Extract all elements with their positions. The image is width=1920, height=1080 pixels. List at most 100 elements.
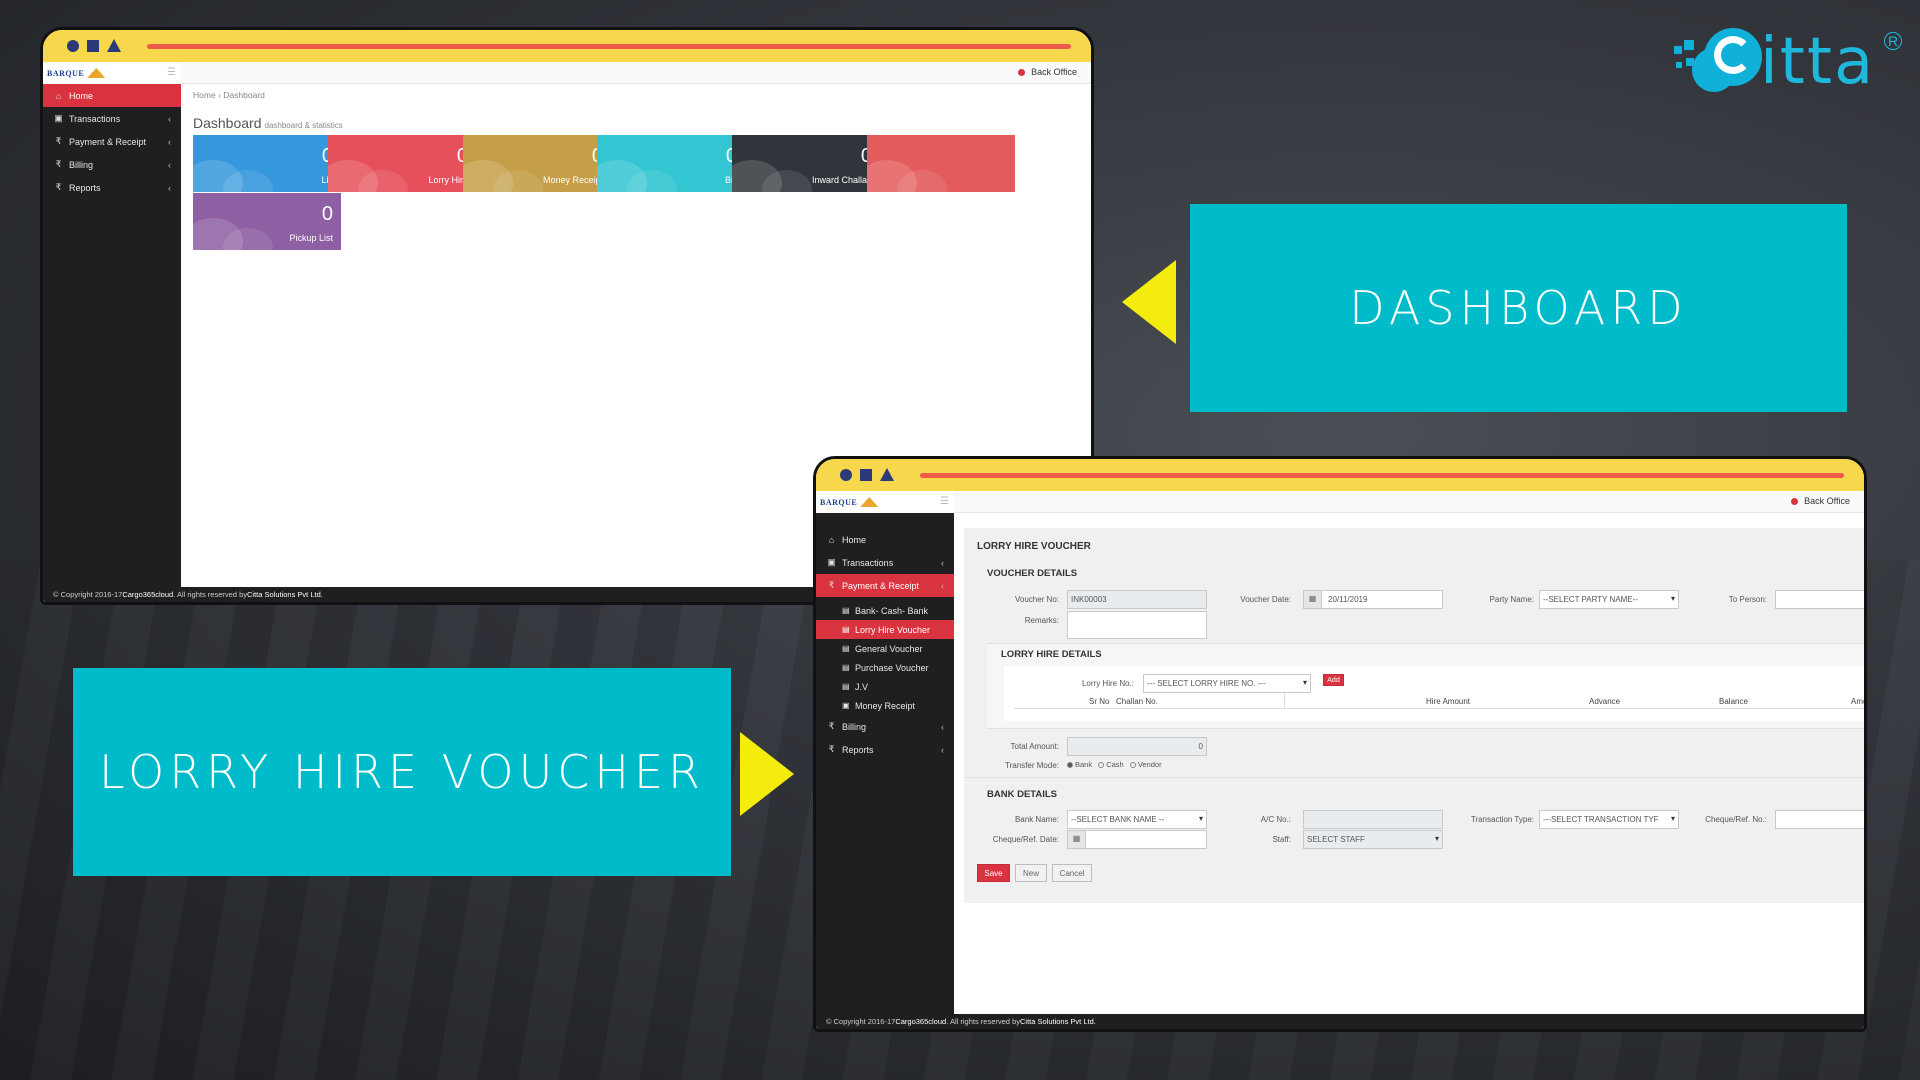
submenu-item-general-voucher[interactable]: ▤ General Voucher xyxy=(816,639,954,658)
new-button[interactable]: New xyxy=(1015,864,1047,882)
footer-company: Citta Solutions Pvt Ltd. xyxy=(1019,1017,1096,1026)
sidebar-item-reports[interactable]: ₹ Reports ‹ xyxy=(43,176,181,199)
voucher-callout: LORRY HIRE VOUCHER xyxy=(73,668,731,876)
money-icon: ▣ xyxy=(827,557,836,567)
sidebar-item-billing[interactable]: ₹ Billing ‹ xyxy=(816,715,954,738)
voucher-no-field[interactable]: INK00003 xyxy=(1067,590,1207,609)
radio-bank[interactable] xyxy=(1067,762,1073,769)
cheque-no-label: Cheque/Ref. No.: xyxy=(1705,815,1767,824)
submenu-item-money-receipt[interactable]: ▣ Money Receipt xyxy=(816,696,954,715)
circle-icon xyxy=(67,40,79,52)
dashboard-callout: DASHBOARD xyxy=(1190,204,1847,412)
bank-name-select[interactable]: --SELECT BANK NAME -- xyxy=(1067,810,1207,829)
submenu-item-label: Lorry Hire Voucher xyxy=(855,624,931,635)
to-person-label: To Person: xyxy=(1728,595,1767,604)
radio-cash-label: Cash xyxy=(1106,760,1124,769)
chevron-left-icon: ‹ xyxy=(168,136,171,147)
tile-label: Money Receipt xyxy=(542,175,603,185)
sidebar-item-home[interactable]: ⌂ Home xyxy=(43,84,181,107)
back-office-link[interactable]: Back Office xyxy=(1018,67,1077,77)
document-icon: ▤ xyxy=(842,644,850,653)
submenu-item-bank-cash-bank[interactable]: ▤ Bank- Cash- Bank xyxy=(816,601,954,620)
section-title-bank-details: BANK DETAILS xyxy=(987,789,1058,800)
voucher-date-field[interactable]: ▦ 20/11/2019 xyxy=(1303,590,1443,609)
breadcrumb-current: Dashboard xyxy=(223,90,265,100)
stat-tile[interactable]: 0Lorry Hire xyxy=(328,135,476,192)
stat-tile[interactable]: 0 Pickup List xyxy=(193,193,341,250)
brand-emblem-icon xyxy=(860,497,879,507)
column-header-advance: Advance xyxy=(1589,697,1621,706)
staff-label: Staff: xyxy=(1272,835,1291,844)
cloud-logo-icon xyxy=(1674,22,1764,102)
window-topbar xyxy=(43,30,1091,62)
party-name-label: Party Name: xyxy=(1489,595,1534,604)
hamburger-menu-icon[interactable]: ☰ xyxy=(167,67,176,78)
tile-value: 0 xyxy=(321,203,333,225)
voucher-app: BARQUE ☰ Back Office ⌂ Home ▣ Transactions… xyxy=(816,491,1864,1029)
radio-vendor-label: Vendor xyxy=(1137,760,1162,769)
back-office-link[interactable]: Back Office xyxy=(1791,496,1850,506)
chevron-left-icon: ‹ xyxy=(168,182,171,193)
hamburger-menu-icon[interactable]: ☰ xyxy=(940,496,949,507)
cheque-date-field[interactable]: ▦ xyxy=(1067,830,1207,849)
brand-logo[interactable]: BARQUE xyxy=(43,62,181,84)
column-header-challan-no: Challan No. xyxy=(1116,697,1158,706)
stat-tile[interactable]: 0Inward Challan xyxy=(732,135,880,192)
square-icon xyxy=(87,40,99,52)
submenu-item-label: J.V xyxy=(855,681,869,692)
save-button[interactable]: Save xyxy=(977,864,1010,882)
cheque-date-label: Cheque/Ref. Date: xyxy=(992,835,1059,844)
sidebar-item-payment-receipt[interactable]: ₹ Payment & Receipt ‹ xyxy=(43,130,181,153)
window-topbar xyxy=(816,459,1864,491)
sidebar-item-transactions[interactable]: ▣ Transactions ‹ xyxy=(816,551,954,574)
stat-tile[interactable] xyxy=(867,135,1015,192)
page-title: LORRY HIRE VOUCHER xyxy=(977,541,1091,552)
sidebar-item-billing[interactable]: ₹ Billing ‹ xyxy=(43,153,181,176)
transaction-type-select[interactable]: ---SELECT TRANSACTION TYF xyxy=(1539,810,1679,829)
money-icon: ▣ xyxy=(842,701,850,710)
money-icon: ▣ xyxy=(54,113,63,123)
ac-no-label: A/C No.: xyxy=(1260,815,1291,824)
breadcrumb-home[interactable]: Home xyxy=(193,90,216,100)
sidebar-item-payment-receipt[interactable]: ₹ Payment & Receipt ‹ xyxy=(816,574,954,597)
to-person-field[interactable] xyxy=(1775,590,1864,609)
lorry-hire-no-select[interactable]: --- SELECT LORRY HIRE NO. --- xyxy=(1143,674,1311,693)
cancel-button[interactable]: Cancel xyxy=(1052,864,1092,882)
party-name-select[interactable]: --SELECT PARTY NAME-- xyxy=(1539,590,1679,609)
submenu-item-jv[interactable]: ▤ J.V xyxy=(816,677,954,696)
remarks-field[interactable] xyxy=(1067,611,1207,639)
submenu-item-purchase-voucher[interactable]: ▤ Purchase Voucher xyxy=(816,658,954,677)
radio-vendor[interactable] xyxy=(1129,762,1136,769)
brand-logo[interactable]: BARQUE xyxy=(816,491,954,513)
document-icon: ▤ xyxy=(842,682,850,691)
sidebar-item-home[interactable]: ⌂ Home xyxy=(816,528,954,551)
total-amount-field[interactable]: 0 xyxy=(1067,737,1207,756)
sidebar-item-reports[interactable]: ₹ Reports ‹ xyxy=(816,738,954,761)
back-office-label: Back Office xyxy=(1804,496,1850,506)
stat-tile[interactable]: 0LR xyxy=(193,135,341,192)
section-title-voucher-details: VOUCHER DETAILS xyxy=(987,568,1078,579)
citta-logo: itta R xyxy=(1674,22,1904,102)
ac-no-field[interactable] xyxy=(1303,810,1443,829)
chevron-left-icon: ‹ xyxy=(168,113,171,124)
cheque-no-field[interactable] xyxy=(1775,810,1864,829)
sidebar-item-label: Reports xyxy=(69,182,101,193)
stat-tile[interactable]: 0Money Receipt xyxy=(463,135,611,192)
submenu-item-lorry-hire-voucher[interactable]: ▤ Lorry Hire Voucher xyxy=(816,620,954,639)
add-button[interactable]: Add xyxy=(1323,674,1344,686)
breadcrumb: Home › Dashboard xyxy=(193,90,265,100)
footer-middle: . All rights reserved by xyxy=(173,590,247,599)
brand-emblem-icon xyxy=(87,68,106,78)
footer-product: Cargo365cloud xyxy=(895,1017,947,1026)
stat-tile[interactable]: 0Bill xyxy=(597,135,745,192)
calendar-icon[interactable]: ▦ xyxy=(1304,591,1322,608)
sidebar-item-transactions[interactable]: ▣ Transactions ‹ xyxy=(43,107,181,130)
staff-select[interactable]: SELECT STAFF xyxy=(1303,830,1443,849)
submenu-item-label: General Voucher xyxy=(855,643,923,654)
calendar-icon[interactable]: ▦ xyxy=(1068,831,1086,848)
submenu-item-label: Purchase Voucher xyxy=(855,662,929,673)
footer: © Copyright 2016-17 Cargo365cloud. All r… xyxy=(816,1014,1864,1029)
decorative-line xyxy=(147,44,1071,49)
sidebar-item-label: Transactions xyxy=(69,113,121,124)
radio-cash[interactable] xyxy=(1098,762,1105,769)
